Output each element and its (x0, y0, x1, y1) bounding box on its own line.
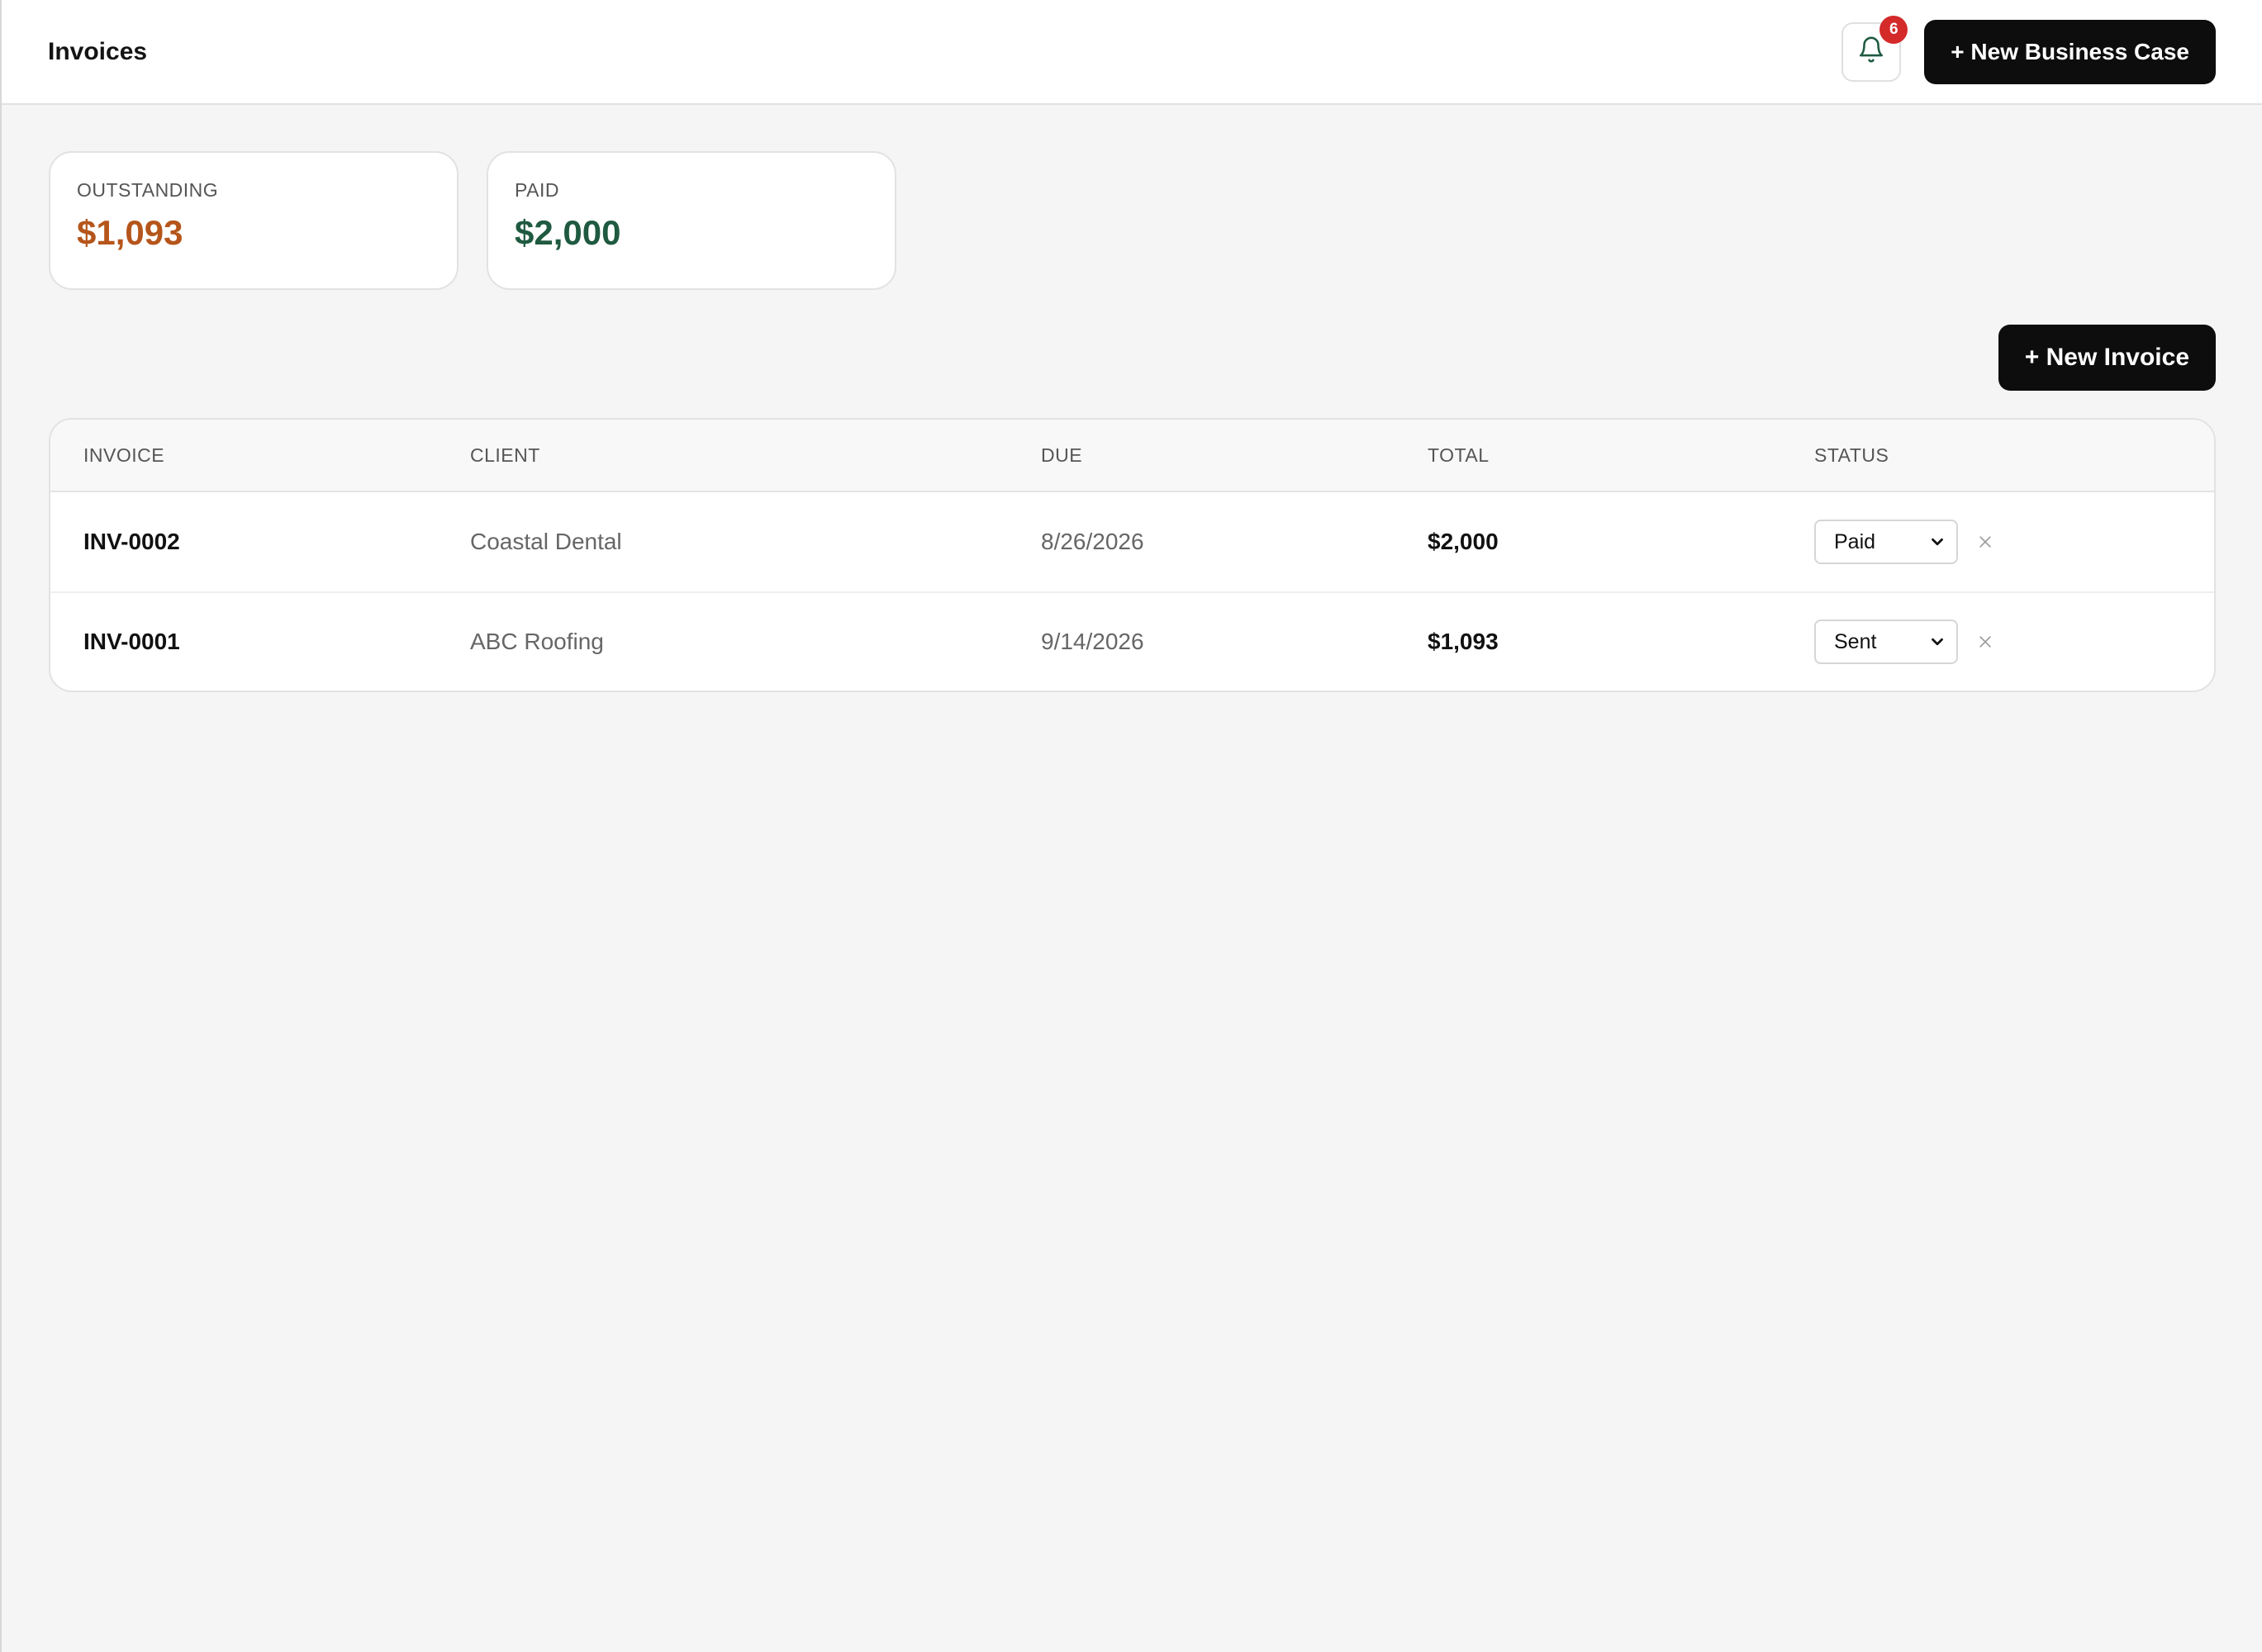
bell-icon (1857, 36, 1885, 68)
notification-count-badge: 6 (1879, 15, 1908, 44)
status-select[interactable]: Paid (1814, 520, 1958, 564)
page-title: Invoices (48, 37, 148, 65)
outstanding-card: OUTSTANDING $1,093 (49, 151, 459, 290)
summary-stats: OUTSTANDING $1,093 PAID $2,000 (49, 151, 2216, 290)
invoice-number: INV-0001 (83, 629, 180, 654)
invoices-table: INVOICE CLIENT DUE TOTAL STATUS INV-0002… (49, 418, 2216, 692)
invoice-total: $1,093 (1428, 629, 1499, 654)
status-value: Paid (1834, 529, 1876, 553)
invoice-actions: + New Invoice (49, 325, 2216, 391)
table-row[interactable]: INV-0001 ABC Roofing 9/14/2026 $1,093 Se… (50, 591, 2214, 691)
chevron-down-icon (1928, 633, 1946, 651)
column-header-status: STATUS (1814, 444, 1889, 466)
outstanding-label: OUTSTANDING (77, 179, 219, 201)
column-header-due: DUE (1041, 444, 1083, 466)
client-name: Coastal Dental (470, 529, 622, 554)
new-business-case-button[interactable]: + New Business Case (1924, 19, 2216, 84)
paid-card: PAID $2,000 (487, 151, 896, 290)
table-header: INVOICE CLIENT DUE TOTAL STATUS (50, 420, 2214, 492)
status-value: Sent (1834, 629, 1877, 653)
column-header-client: CLIENT (470, 444, 540, 466)
paid-value: $2,000 (515, 213, 621, 252)
invoice-total: $2,000 (1428, 529, 1499, 554)
due-date: 9/14/2026 (1041, 629, 1144, 654)
notifications-button[interactable]: 6 (1841, 15, 1908, 82)
column-header-total: TOTAL (1428, 444, 1490, 466)
delete-invoice-icon[interactable] (1973, 529, 1998, 554)
new-invoice-button[interactable]: + New Invoice (1998, 325, 2216, 391)
delete-invoice-icon[interactable] (1973, 629, 1998, 654)
paid-label: PAID (515, 179, 559, 201)
due-date: 8/26/2026 (1041, 529, 1144, 554)
outstanding-value: $1,093 (77, 213, 183, 252)
status-cell: Sent (1814, 620, 2214, 664)
main-content: OUTSTANDING $1,093 PAID $2,000 + New Inv… (2, 105, 2262, 692)
invoice-number: INV-0002 (83, 529, 180, 554)
top-bar: Invoices 6 + New Business Case (2, 0, 2262, 105)
column-header-invoice: INVOICE (83, 444, 165, 466)
topbar-actions: 6 + New Business Case (1841, 15, 2216, 84)
chevron-down-icon (1928, 533, 1946, 551)
status-select[interactable]: Sent (1814, 620, 1958, 664)
status-cell: Paid (1814, 520, 2214, 564)
client-name: ABC Roofing (470, 629, 604, 654)
table-row[interactable]: INV-0002 Coastal Dental 8/26/2026 $2,000… (50, 492, 2214, 591)
